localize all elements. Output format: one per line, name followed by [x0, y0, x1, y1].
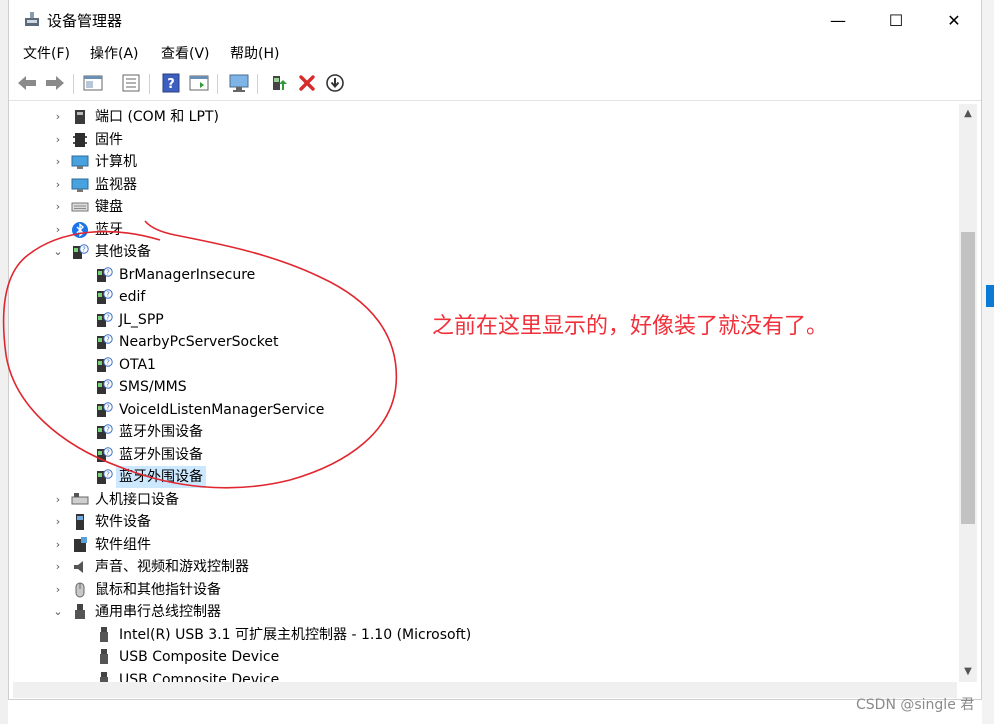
help-icon[interactable]: ? [159, 71, 183, 95]
chevron-right-icon[interactable]: › [51, 151, 65, 173]
svg-text:?: ? [167, 77, 175, 92]
tree-item-label: Intel(R) USB 3.1 可扩展主机控制器 - 1.10 (Micros… [119, 626, 472, 643]
toolbar: ? [9, 68, 981, 101]
chevron-down-icon[interactable]: ⌄ [51, 601, 65, 623]
menu-view[interactable]: 查看(V) [161, 43, 210, 63]
close-button[interactable]: ✕ [931, 6, 977, 34]
computer-icon [71, 155, 89, 169]
tree-category[interactable]: › 鼠标和其他指针设备 [13, 579, 953, 601]
tree-item-label: 计算机 [95, 154, 137, 170]
watermark: CSDN @single 君 [856, 697, 975, 713]
update-driver-icon[interactable] [267, 71, 291, 95]
tree-device-item[interactable]: Intel(R) USB 3.1 可扩展主机控制器 - 1.10 (Micros… [13, 624, 953, 646]
usb-device-icon [100, 649, 108, 664]
tree-category[interactable]: › 软件组件 [13, 534, 953, 556]
tree-category-usb[interactable]: ⌄ 通用串行总线控制器 [13, 601, 953, 623]
background-accent-strip [986, 285, 994, 307]
chevron-right-icon[interactable]: › [51, 556, 65, 578]
action-view-icon[interactable] [187, 71, 211, 95]
tree-category[interactable]: › 计算机 [13, 151, 953, 173]
scroll-thumb[interactable] [961, 232, 975, 524]
annotation-note: 之前在这里显示的，好像装了就没有了。 [432, 314, 829, 339]
tree-category[interactable]: › 监视器 [13, 174, 953, 196]
uninstall-icon[interactable] [295, 71, 319, 95]
tree-category[interactable]: › 固件 [13, 129, 953, 151]
usb-device-icon [100, 671, 108, 682]
properties-icon[interactable] [81, 71, 105, 95]
forward-icon[interactable] [43, 71, 67, 95]
tree-item-label: 软件设备 [95, 514, 151, 530]
software-component-icon [74, 536, 87, 552]
chevron-right-icon[interactable]: › [51, 106, 65, 128]
usb-icon [75, 604, 85, 619]
scroll-down-arrow-icon[interactable]: ▼ [959, 666, 977, 680]
tree-category[interactable]: › 声音、视频和游戏控制器 [13, 556, 953, 578]
background-window-fragment-right [982, 0, 994, 724]
tree-item-label: 固件 [95, 131, 123, 148]
software-device-icon [76, 514, 84, 530]
menu-action[interactable]: 操作(A) [90, 43, 139, 63]
horizontal-scrollbar[interactable] [13, 682, 957, 698]
toolbar-separator [217, 74, 218, 94]
mouse-icon [75, 582, 85, 597]
firmware-icon [73, 132, 87, 147]
tree-item-label: 软件组件 [95, 536, 151, 553]
toolbar-separator [149, 74, 150, 94]
usb-device-icon [100, 626, 108, 642]
minimize-button[interactable]: — [815, 6, 861, 34]
tree-item-label: 监视器 [95, 176, 137, 193]
maximize-button[interactable]: ☐ [873, 6, 919, 34]
chevron-right-icon[interactable]: › [51, 579, 65, 601]
tree-item-label: 端口 (COM 和 LPT) [95, 109, 219, 125]
menu-bar: 文件(F) 操作(A) 查看(V) 帮助(H) [9, 40, 981, 66]
monitor-scan-icon[interactable] [227, 71, 251, 95]
vertical-scrollbar[interactable]: ▲ ▼ [959, 104, 977, 682]
toolbar-separator [257, 74, 258, 94]
window-title: 设备管理器 [47, 12, 123, 30]
tree-device-item[interactable]: USB Composite Device [13, 669, 953, 683]
scroll-up-arrow-icon[interactable]: ▲ [959, 108, 977, 122]
chevron-right-icon[interactable]: › [51, 174, 65, 196]
toolbar-separator [73, 74, 74, 94]
chevron-right-icon[interactable]: › [51, 511, 65, 533]
tree-item-label: 鼠标和其他指针设备 [95, 581, 221, 598]
tree-item-label: USB Composite Device [119, 671, 280, 683]
device-manager-icon [25, 12, 39, 26]
monitor-icon [71, 178, 89, 192]
annotation-circle [2, 220, 398, 489]
tree-item-label: 声音、视频和游戏控制器 [95, 559, 249, 575]
sound-icon [74, 561, 83, 573]
back-icon[interactable] [15, 71, 39, 95]
title-bar[interactable]: 设备管理器 — ☐ ✕ [9, 0, 981, 40]
tree-category[interactable]: › 端口 (COM 和 LPT) [13, 106, 953, 128]
tree-view-icon[interactable] [119, 71, 143, 95]
menu-help[interactable]: 帮助(H) [230, 43, 279, 63]
tree-device-item[interactable]: USB Composite Device [13, 646, 953, 668]
tree-item-label: 通用串行总线控制器 [95, 604, 221, 620]
tree-item-label: USB Composite Device [119, 649, 280, 665]
disable-icon[interactable] [323, 71, 347, 95]
tree-category[interactable]: › 软件设备 [13, 511, 953, 533]
port-icon [75, 110, 85, 124]
chevron-right-icon[interactable]: › [51, 534, 65, 556]
chevron-right-icon[interactable]: › [51, 129, 65, 151]
menu-file[interactable]: 文件(F) [23, 43, 70, 63]
